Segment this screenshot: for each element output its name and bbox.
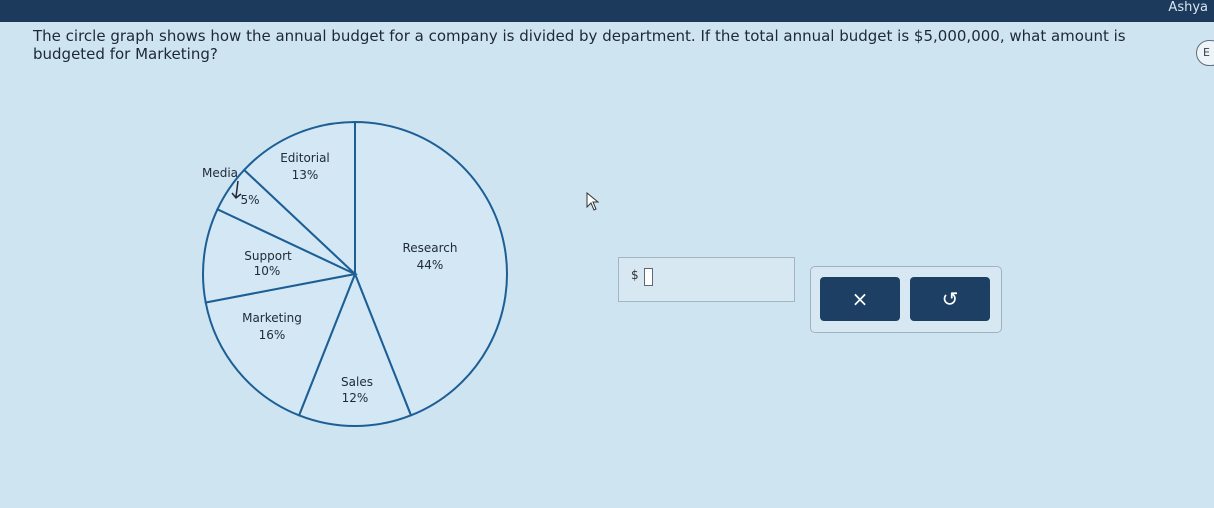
mouse-pointer-icon: [586, 192, 600, 211]
slice-percent-sales: 12%: [342, 391, 369, 405]
slice-label-marketing: Marketing: [242, 311, 302, 325]
dollar-prefix: $: [631, 268, 639, 282]
clear-button[interactable]: ×: [820, 277, 900, 321]
slice-percent-support: 10%: [254, 264, 281, 278]
budget-pie-chart: Research 44% Sales 12% Marketing 16% Support10…: [202, 120, 508, 427]
slice-label-sales: Sales: [341, 375, 373, 389]
slice-percent-media: 5%: [240, 193, 259, 207]
answer-button-panel: × ↺: [810, 266, 1002, 333]
slice-label-support: Support: [244, 249, 292, 263]
slice-label-editorial: Editorial: [280, 151, 330, 165]
slice-label-research: Research: [402, 241, 457, 255]
undo-button[interactable]: ↺: [910, 277, 990, 321]
answer-input[interactable]: $: [618, 257, 795, 302]
slice-percent-editorial: 13%: [292, 168, 319, 182]
text-cursor-icon: [644, 268, 653, 286]
slice-label-media: Media: [202, 166, 238, 180]
slice-percent-marketing: 16%: [259, 328, 286, 342]
slice-percent-research: 44%: [417, 258, 444, 272]
